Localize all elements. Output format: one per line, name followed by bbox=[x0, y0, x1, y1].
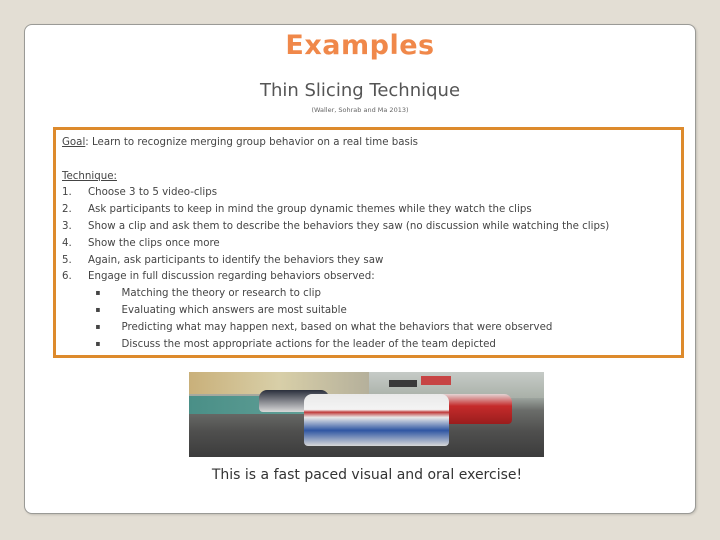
step-number: 2. bbox=[62, 202, 72, 216]
sub-bullet-text: Evaluating which answers are most suitab… bbox=[121, 302, 347, 316]
bullet-icon: ▪ bbox=[95, 338, 101, 348]
step-item: 5. Again, ask participants to identify th… bbox=[62, 252, 632, 269]
content-text: Goal: Learn to recognize merging group b… bbox=[62, 134, 632, 352]
sub-bullet-text: Matching the theory or research to clip bbox=[121, 286, 321, 300]
step-item: 2. Ask participants to keep in mind the g… bbox=[62, 201, 632, 218]
race-cars-image bbox=[189, 372, 544, 457]
image-banner bbox=[389, 380, 417, 387]
goal-text: : Learn to recognize merging group behav… bbox=[85, 135, 419, 148]
sub-bullet-text: Discuss the most appropriate actions for… bbox=[121, 336, 496, 350]
step-number: 5. bbox=[62, 252, 72, 266]
step-text: Show a clip and ask them to describe the… bbox=[88, 218, 610, 232]
step-text: Choose 3 to 5 video-clips bbox=[88, 185, 218, 199]
step-item: 1. Choose 3 to 5 video-clips bbox=[62, 184, 632, 201]
goal-line: Goal: Learn to recognize merging group b… bbox=[62, 134, 632, 151]
slide-title: Examples bbox=[285, 30, 435, 61]
sub-bullet-item: ▪ Matching the theory or research to clip bbox=[62, 285, 632, 302]
step-item: 4. Show the clips once more bbox=[62, 235, 632, 252]
sub-bullet-item: ▪ Predicting what may happen next, based … bbox=[62, 319, 632, 336]
slide-subtitle: Thin Slicing Technique bbox=[259, 80, 461, 101]
caption: This is a fast paced visual and oral exe… bbox=[211, 467, 523, 483]
step-number: 3. bbox=[62, 218, 72, 232]
step-text: Show the clips once more bbox=[88, 235, 220, 249]
step-number: 1. bbox=[62, 185, 72, 199]
step-text: Ask participants to keep in mind the gro… bbox=[88, 202, 532, 216]
citation: (Waller, Sohrab and Ma 2013) bbox=[311, 106, 409, 114]
technique-label: Technique: bbox=[62, 168, 117, 182]
step-item: 6. Engage in full discussion regarding be… bbox=[62, 268, 632, 285]
bullet-icon: ▪ bbox=[95, 288, 101, 298]
bullet-icon: ▪ bbox=[95, 304, 101, 314]
step-number: 4. bbox=[62, 235, 72, 249]
content-box: Goal: Learn to recognize merging group b… bbox=[53, 127, 684, 358]
sub-bullet-item: ▪ Evaluating which answers are most suita… bbox=[62, 302, 632, 319]
sub-bullet-text: Predicting what may happen next, based o… bbox=[121, 319, 553, 333]
image-banner bbox=[421, 376, 451, 385]
image-car bbox=[304, 394, 449, 446]
sub-bullet-item: ▪ Discuss the most appropriate actions fo… bbox=[62, 336, 632, 353]
bullet-icon: ▪ bbox=[95, 321, 101, 331]
step-text: Engage in full discussion regarding beha… bbox=[88, 269, 375, 283]
goal-label: Goal bbox=[62, 135, 86, 148]
step-item: 3. Show a clip and ask them to describe t… bbox=[62, 218, 632, 235]
step-number: 6. bbox=[62, 269, 72, 283]
step-text: Again, ask participants to identify the … bbox=[88, 252, 384, 266]
